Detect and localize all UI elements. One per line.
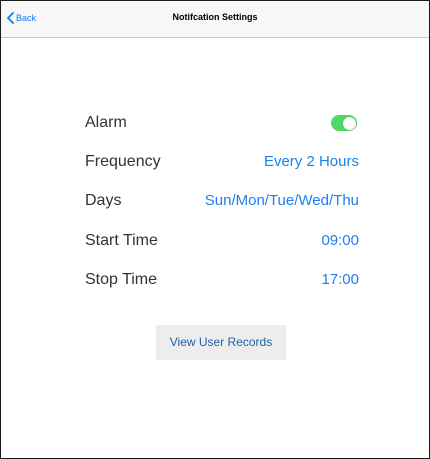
days-value[interactable]: Sun/Mon/Tue/Wed/Thu: [205, 192, 359, 209]
alarm-row: Alarm: [85, 111, 359, 135]
view-user-records-button[interactable]: View User Records: [156, 325, 286, 360]
days-label: Days: [85, 192, 122, 209]
alarm-toggle[interactable]: [331, 115, 357, 131]
frequency-row: Frequency Every 2 Hours: [85, 150, 359, 174]
toggle-knob: [342, 116, 356, 130]
stop-time-label: Stop Time: [85, 271, 158, 288]
frequency-value[interactable]: Every 2 Hours: [264, 153, 359, 170]
alarm-label: Alarm: [85, 114, 127, 131]
days-row: Days Sun/Mon/Tue/Wed/Thu: [85, 189, 359, 213]
navigation-bar: Back Notifcation Settings: [1, 1, 429, 38]
start-time-row: Start Time 09:00: [85, 229, 359, 253]
stop-time-row: Stop Time 17:00: [85, 268, 359, 292]
start-time-value[interactable]: 09:00: [321, 232, 359, 249]
app-window: Back Notifcation Settings Alarm Frequenc…: [0, 0, 430, 459]
frequency-label: Frequency: [85, 153, 161, 170]
page-title: Notifcation Settings: [172, 12, 258, 22]
start-time-label: Start Time: [85, 232, 158, 249]
stop-time-value[interactable]: 17:00: [321, 271, 359, 288]
